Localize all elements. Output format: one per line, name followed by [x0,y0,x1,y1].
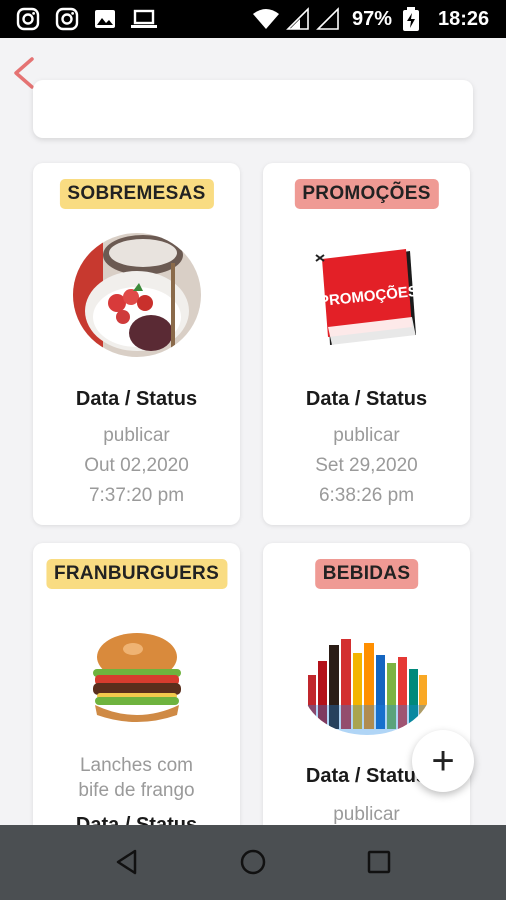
laptop-icon [131,9,157,28]
category-tag: FRANBURGUERS [45,559,228,589]
category-card[interactable]: FRANBURGUERS Lanches com bife de frango … [33,543,240,843]
category-card[interactable]: SOBREMESAS Data / Status publicar Out 02… [33,163,240,525]
category-card[interactable]: PROMOÇÕES PROMOÇÕES Data / Status public… [263,163,470,525]
signal-empty-icon [316,7,339,30]
home-circle-icon[interactable] [238,847,268,877]
status-bar: 97% 18:26 [0,0,506,38]
instagram-icon [16,7,40,31]
battery-charging-icon [403,7,419,31]
card-time: 6:38:26 pm [318,485,415,506]
card-status: publicar [333,425,400,446]
recents-square-icon[interactable] [364,847,394,877]
card-desc-line1: Lanches com [79,755,193,776]
burger-image [92,633,181,722]
card-title: Data / Status [305,388,428,410]
previous-card[interactable] [33,80,473,138]
promo-banner-image: PROMOÇÕES [314,249,418,345]
dessert-image [72,233,201,357]
add-button[interactable]: + [412,730,474,792]
card-title: Data / Status [75,388,198,410]
instagram-icon [55,7,79,31]
drinks-image [301,635,432,735]
category-tag: PROMOÇÕES [294,179,439,209]
battery-percent: 97% [352,8,393,30]
system-nav-bar [0,825,506,900]
card-desc-line2: bife de frango [78,780,195,801]
category-card[interactable]: BEBIDAS Data / Status publicar [263,543,470,843]
card-date: Set 29,2020 [315,455,418,476]
card-time: 7:37:20 pm [88,485,185,506]
category-tag: BEBIDAS [314,559,419,589]
clock: 18:26 [438,8,490,30]
back-triangle-icon[interactable] [112,847,142,877]
card-status: publicar [103,425,170,446]
signal-icon [286,7,309,30]
image-icon [95,10,115,28]
card-date: Out 02,2020 [84,455,189,476]
wifi-icon [253,9,279,29]
category-tag: SOBREMESAS [59,179,214,209]
